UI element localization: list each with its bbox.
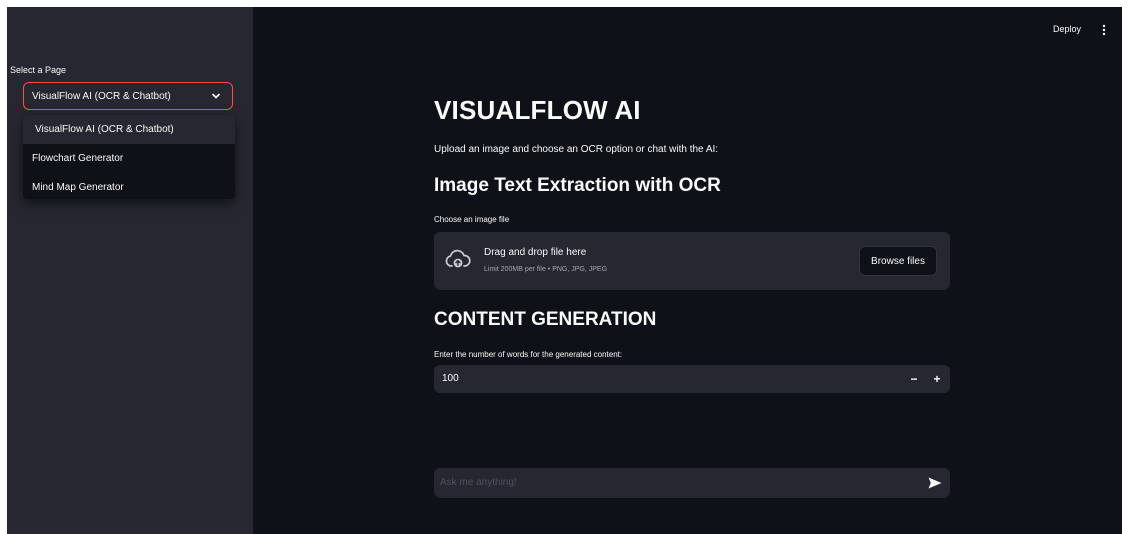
sidebar: Select a Page VisualFlow AI (OCR & Chatb…	[7, 7, 253, 534]
cloud-upload-icon	[444, 249, 472, 271]
page-select[interactable]: VisualFlow AI (OCR & Chatbot)	[23, 82, 233, 110]
drop-limit: Limit 200MB per file • PNG, JPG, JPEG	[484, 266, 608, 273]
ocr-heading: Image Text Extraction with OCR	[434, 175, 721, 196]
send-icon[interactable]	[927, 476, 943, 490]
deploy-button[interactable]: Deploy	[1053, 24, 1081, 34]
page-option-visualflow[interactable]: VisualFlow AI (OCR & Chatbot)	[23, 115, 235, 144]
app-window: Select a Page VisualFlow AI (OCR & Chatb…	[7, 7, 1122, 534]
drop-title: Drag and drop file here	[484, 247, 587, 258]
main-content: VISUALFLOW AI Upload an image and choose…	[434, 7, 950, 534]
page-option-mindmap[interactable]: Mind Map Generator	[23, 173, 235, 199]
chat-placeholder: Ask me anything!	[440, 477, 517, 488]
intro-text: Upload an image and choose an OCR option…	[434, 144, 719, 155]
increment-button[interactable]: +	[929, 370, 945, 388]
vertical-ellipsis-icon[interactable]	[1100, 22, 1108, 38]
select-page-label: Select a Page	[10, 65, 67, 75]
uploader-label: Choose an image file	[434, 215, 510, 224]
chevron-down-icon	[210, 90, 222, 102]
page-option-flowchart[interactable]: Flowchart Generator	[23, 144, 235, 173]
chat-input[interactable]: Ask me anything!	[434, 468, 950, 498]
browse-files-button[interactable]: Browse files	[859, 246, 937, 276]
word-count-input[interactable]: 100 − +	[434, 365, 950, 393]
word-count-value: 100	[442, 373, 459, 384]
word-count-label: Enter the number of words for the genera…	[434, 350, 623, 359]
page-select-dropdown: VisualFlow AI (OCR & Chatbot) Flowchart …	[23, 115, 235, 199]
content-heading: CONTENT GENERATION	[434, 309, 657, 330]
file-uploader-dropzone[interactable]: Drag and drop file here Limit 200MB per …	[434, 232, 950, 290]
page-select-value: VisualFlow AI (OCR & Chatbot)	[32, 90, 171, 102]
page-title: VISUALFLOW AI	[434, 95, 641, 125]
decrement-button[interactable]: −	[906, 370, 922, 388]
